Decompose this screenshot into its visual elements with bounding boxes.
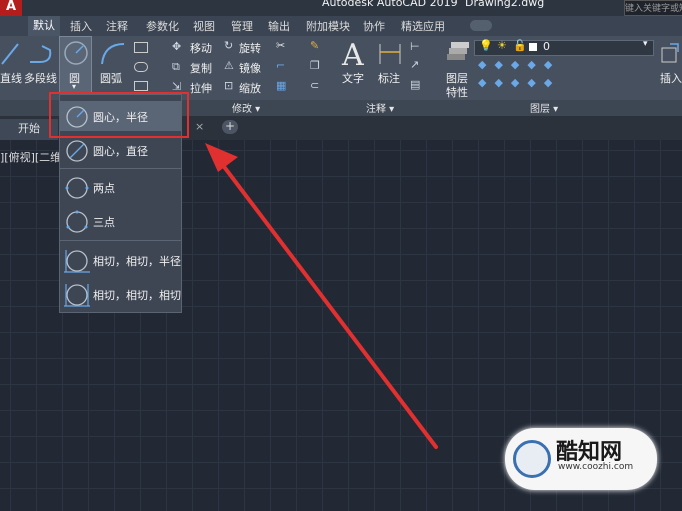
- watermark-url: www.coozhi.com: [558, 462, 634, 472]
- watermark-logo: [513, 440, 551, 478]
